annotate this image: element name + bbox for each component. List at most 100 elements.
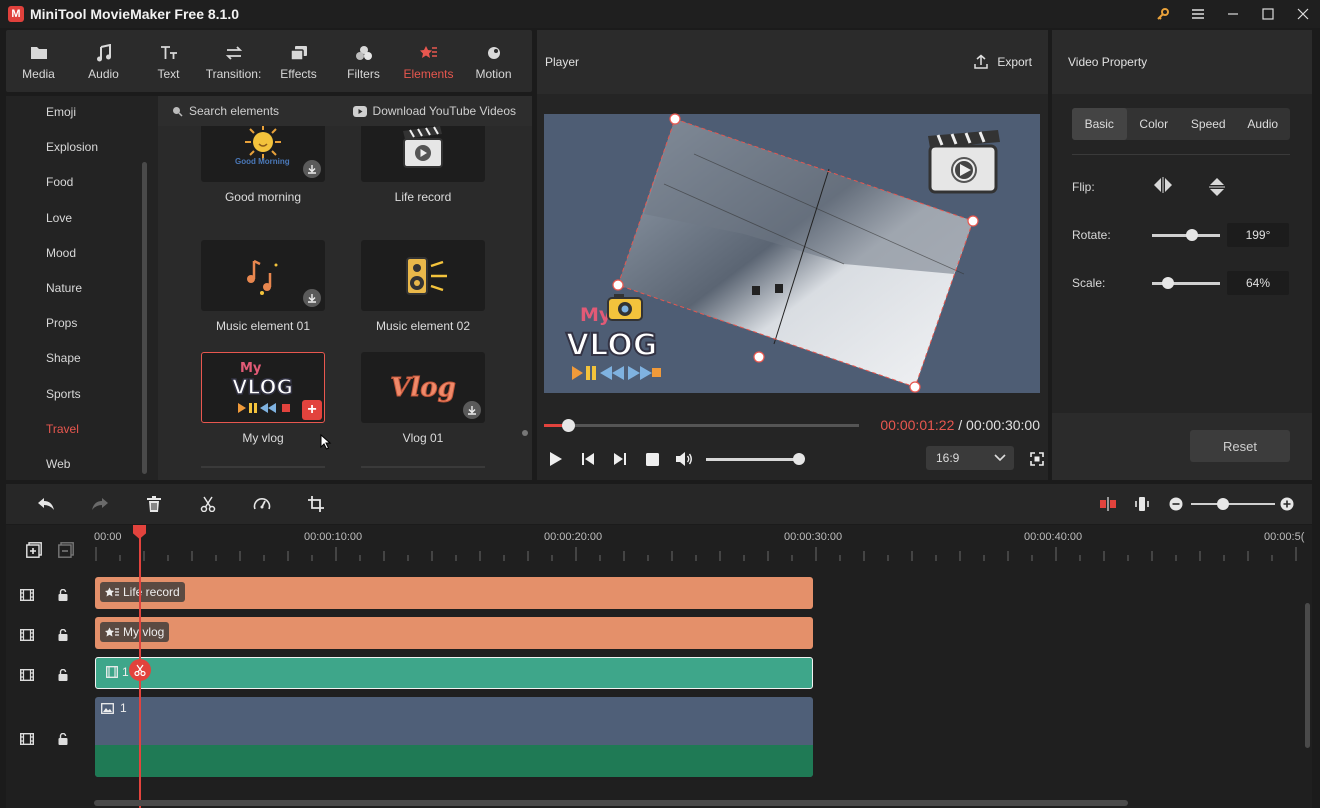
element-card-vlog-01[interactable]: Vlog Vlog 01 bbox=[361, 352, 485, 445]
close-icon[interactable] bbox=[1285, 0, 1320, 28]
zoom-out-button[interactable] bbox=[1166, 494, 1186, 514]
lock-icon[interactable] bbox=[58, 629, 68, 641]
split-button[interactable] bbox=[198, 494, 218, 514]
tab-speed[interactable]: Speed bbox=[1181, 108, 1236, 140]
remove-track-button[interactable] bbox=[58, 542, 74, 558]
add-track-button[interactable] bbox=[26, 542, 42, 558]
tool-transition[interactable]: Transition: bbox=[201, 30, 266, 92]
aspect-ratio-select[interactable]: 16:9 bbox=[926, 446, 1014, 470]
tab-color[interactable]: Color bbox=[1127, 108, 1182, 140]
video-preview[interactable]: My VLOG bbox=[544, 113, 1040, 393]
reset-button[interactable]: Reset bbox=[1190, 430, 1290, 462]
clip-life-record[interactable]: Life record bbox=[95, 577, 813, 609]
lock-icon[interactable] bbox=[58, 733, 68, 745]
category-item-mood[interactable]: Mood bbox=[6, 237, 158, 272]
category-item-nature[interactable]: Nature bbox=[6, 272, 158, 307]
clip-image-1[interactable]: 1 bbox=[95, 697, 813, 777]
speed-button[interactable] bbox=[252, 494, 272, 514]
category-item-web[interactable]: Web bbox=[6, 448, 158, 483]
camera-icon bbox=[607, 294, 643, 321]
delete-button[interactable] bbox=[144, 494, 164, 514]
category-item-emoji[interactable]: Emoji bbox=[6, 96, 158, 131]
search-elements[interactable]: Search elements bbox=[172, 104, 279, 118]
ruler-label: 00:00:10:00 bbox=[304, 531, 363, 543]
undo-button[interactable] bbox=[36, 494, 56, 514]
lock-icon[interactable] bbox=[58, 669, 68, 681]
playback-progress[interactable]: 00:00:01:22 / 00:00:30:00 bbox=[544, 416, 1040, 434]
clip-video-1[interactable]: 1 bbox=[95, 657, 813, 689]
zoom-slider-track[interactable] bbox=[1191, 503, 1275, 505]
tool-effects[interactable]: Effects bbox=[266, 30, 331, 92]
tool-motion[interactable]: Motion bbox=[461, 30, 526, 92]
element-label: Vlog 01 bbox=[402, 431, 444, 445]
app-title: MiniTool MovieMaker Free 8.1.0 bbox=[30, 6, 240, 22]
category-item-props[interactable]: Props bbox=[6, 307, 158, 342]
element-card-life-record[interactable]: Life record bbox=[361, 126, 485, 204]
key-icon[interactable] bbox=[1145, 0, 1180, 28]
seek-knob[interactable] bbox=[562, 419, 575, 432]
download-icon[interactable] bbox=[303, 160, 321, 178]
split-audio-button[interactable] bbox=[1098, 494, 1118, 514]
flip-vertical-button[interactable] bbox=[1208, 176, 1226, 198]
category-scrollbar[interactable] bbox=[142, 162, 147, 474]
split-marker-button[interactable] bbox=[129, 659, 151, 681]
tool-elements[interactable]: Elements bbox=[396, 30, 461, 92]
timeline-vertical-scrollbar[interactable] bbox=[1305, 603, 1310, 748]
minimize-icon[interactable] bbox=[1215, 0, 1250, 28]
film-icon[interactable] bbox=[20, 669, 34, 681]
tab-audio[interactable]: Audio bbox=[1236, 108, 1291, 140]
lock-icon[interactable] bbox=[58, 589, 68, 601]
clip-my-vlog[interactable]: My vlog bbox=[95, 617, 813, 649]
time-ruler[interactable]: 00:00 00:00:10:00 00:00:20:00 00:00:30:0… bbox=[94, 525, 1306, 563]
category-item-travel[interactable]: Travel bbox=[6, 413, 158, 448]
flip-horizontal-button[interactable] bbox=[1152, 176, 1174, 194]
maximize-icon[interactable] bbox=[1250, 0, 1285, 28]
export-button[interactable]: Export bbox=[973, 54, 1032, 70]
stop-button[interactable] bbox=[643, 450, 661, 468]
film-icon[interactable] bbox=[20, 589, 34, 601]
scale-slider-knob[interactable] bbox=[1162, 277, 1174, 289]
fullscreen-button[interactable] bbox=[1028, 450, 1046, 468]
scale-value-input[interactable]: 64% bbox=[1227, 271, 1289, 295]
element-card-my-vlog[interactable]: My VLOG + My vlog bbox=[201, 352, 325, 445]
film-icon[interactable] bbox=[20, 733, 34, 745]
category-item-love[interactable]: Love bbox=[6, 202, 158, 237]
add-icon[interactable]: + bbox=[302, 400, 322, 420]
volume-icon bbox=[676, 452, 692, 466]
tool-filters[interactable]: Filters bbox=[331, 30, 396, 92]
volume-slider-track[interactable] bbox=[706, 458, 802, 461]
tool-label: Filters bbox=[347, 66, 380, 81]
zoom-slider-knob[interactable] bbox=[1217, 498, 1229, 510]
category-item-explosion[interactable]: Explosion bbox=[6, 131, 158, 166]
crop-button[interactable] bbox=[306, 494, 326, 514]
previous-frame-button[interactable] bbox=[579, 450, 597, 468]
zoom-in-button[interactable] bbox=[1277, 494, 1297, 514]
rotate-slider-knob[interactable] bbox=[1186, 229, 1198, 241]
element-card-music-element-01[interactable]: Music element 01 bbox=[201, 240, 325, 333]
tool-media[interactable]: Media bbox=[6, 30, 71, 92]
next-frame-button[interactable] bbox=[611, 450, 629, 468]
redo-button[interactable] bbox=[90, 494, 110, 514]
clapperboard-icon bbox=[403, 126, 443, 168]
category-item-sports[interactable]: Sports bbox=[6, 378, 158, 413]
category-item-food[interactable]: Food bbox=[6, 166, 158, 201]
element-card-good-morning[interactable]: Good Morning Good morning bbox=[201, 126, 325, 204]
download-icon[interactable] bbox=[463, 401, 481, 419]
rotate-value-input[interactable]: 199° bbox=[1227, 223, 1289, 247]
download-icon[interactable] bbox=[303, 289, 321, 307]
tab-basic[interactable]: Basic bbox=[1072, 108, 1127, 140]
element-card-music-element-02[interactable]: Music element 02 bbox=[361, 240, 485, 333]
timeline-horizontal-scrollbar[interactable] bbox=[94, 800, 1128, 806]
volume-button[interactable] bbox=[675, 450, 693, 468]
elements-scrollbar[interactable] bbox=[522, 430, 528, 436]
seek-track[interactable] bbox=[544, 424, 859, 427]
film-icon[interactable] bbox=[20, 629, 34, 641]
volume-slider-knob[interactable] bbox=[793, 453, 805, 465]
tool-audio[interactable]: Audio bbox=[71, 30, 136, 92]
audio-waveform-button[interactable] bbox=[1132, 494, 1152, 514]
menu-icon[interactable] bbox=[1180, 0, 1215, 28]
play-button[interactable] bbox=[547, 450, 565, 468]
category-item-shape[interactable]: Shape bbox=[6, 342, 158, 377]
download-youtube-button[interactable]: Download YouTube Videos bbox=[352, 104, 516, 118]
tool-text[interactable]: Text bbox=[136, 30, 201, 92]
